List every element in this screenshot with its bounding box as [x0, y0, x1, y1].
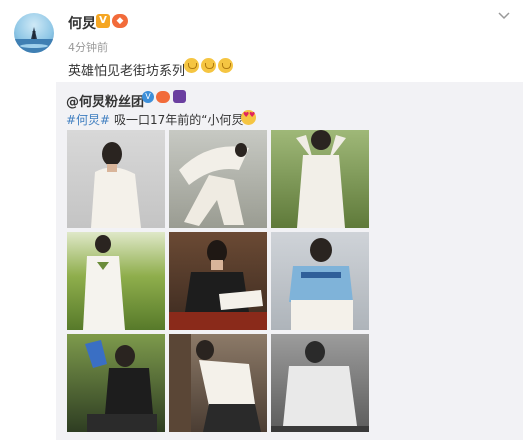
verified-blue-icon: V — [142, 91, 154, 103]
photo-8[interactable] — [169, 334, 267, 432]
username[interactable]: 何炅 — [68, 13, 96, 33]
photo-1[interactable] — [67, 130, 165, 228]
heart-eyes-icon — [241, 110, 256, 125]
level-icon — [173, 90, 186, 103]
avatar[interactable] — [14, 13, 54, 53]
member-icon: ◆ — [112, 14, 128, 28]
photo-9[interactable] — [271, 334, 369, 432]
repost-username[interactable]: @何炅粉丝团 — [66, 91, 144, 110]
hashtag-link[interactable]: #何炅# — [66, 113, 110, 127]
repost-text: #何炅# 吸一口17年前的“小何炅” — [66, 111, 250, 128]
photo-2[interactable] — [169, 130, 267, 228]
chevron-down-icon[interactable] — [497, 10, 515, 24]
laugh-icon — [218, 58, 233, 73]
photo-3[interactable] — [271, 130, 369, 228]
laugh-icon — [201, 58, 216, 73]
photo-7[interactable] — [67, 334, 165, 432]
photo-5[interactable] — [169, 232, 267, 330]
photo-4[interactable] — [67, 232, 165, 330]
member-icon — [156, 91, 170, 103]
timestamp[interactable]: 4分钟前 — [68, 39, 108, 55]
laugh-icon — [184, 58, 199, 73]
photo-6[interactable] — [271, 232, 369, 330]
repost-card[interactable]: @何炅粉丝团 V #何炅# 吸一口17年前的“小何炅” — [56, 82, 523, 440]
weibo-post: 何炅 V ◆ 4分钟前 英雄怕见老街坊系列 @何炅粉丝团 V #何炅# 吸一口1… — [0, 0, 523, 440]
emoji-row — [184, 58, 235, 77]
verified-icon: V — [96, 14, 110, 28]
repost-text-body: 吸一口17年前的“小何炅” — [110, 113, 250, 127]
post-text: 英雄怕见老街坊系列 — [68, 64, 186, 79]
